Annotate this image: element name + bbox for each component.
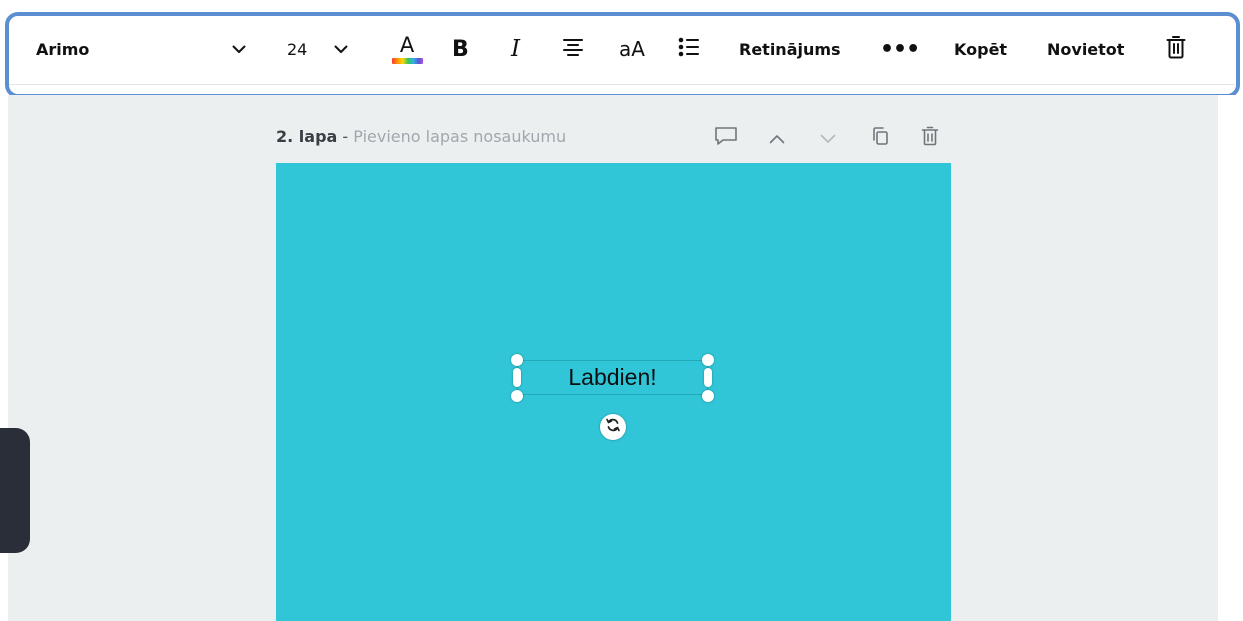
copy-style-button[interactable]: Kopēt xyxy=(954,27,1007,71)
font-size-input[interactable]: 24 xyxy=(287,27,307,71)
font-family-dropdown[interactable]: Arimo xyxy=(36,27,89,71)
position-button[interactable]: Novietot xyxy=(1047,27,1124,71)
page-title-input[interactable]: Pievieno lapas nosaukumu xyxy=(353,127,566,146)
list-button[interactable] xyxy=(678,27,700,71)
delete-page-button[interactable] xyxy=(918,124,942,152)
resize-handle-top-right[interactable] xyxy=(702,354,714,366)
spacing-button[interactable]: Retinājums xyxy=(739,27,841,71)
resize-handle-bottom-right[interactable] xyxy=(702,390,714,402)
page-number-label: 2. lapa xyxy=(276,127,338,146)
page-comment-button[interactable] xyxy=(712,124,740,152)
side-panel-toggle[interactable] xyxy=(0,428,30,553)
resize-handle-right[interactable] xyxy=(704,368,712,387)
chevron-up-icon xyxy=(769,129,785,148)
toolbar-divider xyxy=(8,84,1235,85)
font-chevron-down-icon[interactable] xyxy=(229,27,249,71)
font-size-chevron-down-icon[interactable] xyxy=(331,27,351,71)
comment-icon xyxy=(714,126,738,150)
duplicate-icon xyxy=(871,126,889,150)
rotate-handle[interactable] xyxy=(600,414,626,440)
color-spectrum-bar xyxy=(391,57,423,64)
page-title-separator: - xyxy=(337,127,354,146)
align-center-button[interactable] xyxy=(562,27,584,71)
text-color-button[interactable]: A xyxy=(389,27,425,71)
rotate-icon xyxy=(605,417,621,437)
text-color-icon: A xyxy=(399,32,415,57)
text-element[interactable]: Labdien! xyxy=(517,360,708,395)
text-toolbar: Arimo 24 A B I aA Retinājums ••• Kopēt N… xyxy=(0,0,1243,95)
duplicate-page-button[interactable] xyxy=(868,124,892,152)
resize-handle-bottom-left[interactable] xyxy=(511,390,523,402)
align-center-icon xyxy=(562,38,584,60)
bold-button[interactable]: B xyxy=(452,27,469,71)
list-icon xyxy=(678,37,700,61)
resize-handle-left[interactable] xyxy=(513,368,521,387)
delete-button[interactable] xyxy=(1166,27,1186,71)
italic-button[interactable]: I xyxy=(511,27,520,71)
resize-handle-top-left[interactable] xyxy=(511,354,523,366)
chevron-down-icon xyxy=(820,129,836,148)
page-title: 2. lapa - Pievieno lapas nosaukumu xyxy=(276,127,566,146)
move-page-up-button[interactable] xyxy=(765,124,789,152)
more-options-button[interactable]: ••• xyxy=(880,27,920,71)
right-strip xyxy=(1218,95,1243,621)
move-page-down-button[interactable] xyxy=(816,124,840,152)
trash-icon xyxy=(921,126,939,150)
letter-case-button[interactable]: aA xyxy=(619,27,645,71)
trash-icon xyxy=(1166,35,1186,63)
